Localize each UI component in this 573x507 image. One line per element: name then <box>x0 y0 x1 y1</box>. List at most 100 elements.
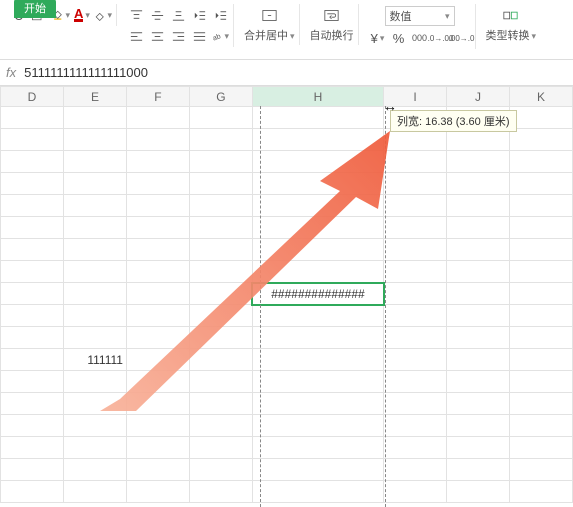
cell[interactable] <box>1 349 64 371</box>
merge-center-icon[interactable] <box>260 6 278 24</box>
cell[interactable] <box>510 261 573 283</box>
font-color-icon[interactable]: A <box>73 6 91 24</box>
decrease-decimal-icon[interactable]: .00→.0 <box>453 29 471 47</box>
cell[interactable] <box>1 437 64 459</box>
justify-icon[interactable] <box>190 27 208 45</box>
cell[interactable] <box>189 393 252 415</box>
cell[interactable] <box>447 481 510 503</box>
cell[interactable] <box>252 239 383 261</box>
cell[interactable] <box>63 459 126 481</box>
cell[interactable] <box>63 151 126 173</box>
eraser-icon[interactable] <box>94 6 112 24</box>
cell[interactable] <box>447 437 510 459</box>
col-header-F[interactable]: F <box>126 87 189 107</box>
cell[interactable] <box>447 327 510 349</box>
cell[interactable] <box>384 195 447 217</box>
cell[interactable] <box>63 371 126 393</box>
cell[interactable] <box>189 437 252 459</box>
cell[interactable] <box>189 305 252 327</box>
cell[interactable] <box>510 239 573 261</box>
wrap-text-label[interactable]: 自动换行 <box>310 27 354 43</box>
cell[interactable] <box>1 195 64 217</box>
fx-icon[interactable]: fx <box>6 65 16 80</box>
cell[interactable] <box>384 261 447 283</box>
cell[interactable] <box>126 217 189 239</box>
cell[interactable] <box>1 327 64 349</box>
cell[interactable] <box>510 371 573 393</box>
cell[interactable] <box>126 371 189 393</box>
cell[interactable] <box>1 151 64 173</box>
cell[interactable] <box>510 283 573 305</box>
cell[interactable] <box>126 393 189 415</box>
cell[interactable] <box>384 415 447 437</box>
cell[interactable] <box>252 437 383 459</box>
cell[interactable] <box>126 349 189 371</box>
col-header-E[interactable]: E <box>63 87 126 107</box>
cell[interactable] <box>447 195 510 217</box>
cell[interactable] <box>252 459 383 481</box>
cell[interactable] <box>63 217 126 239</box>
cell[interactable] <box>447 393 510 415</box>
cell[interactable] <box>252 349 383 371</box>
cell[interactable] <box>252 151 383 173</box>
cell[interactable] <box>1 173 64 195</box>
cell[interactable] <box>63 129 126 151</box>
cell[interactable] <box>510 129 573 151</box>
cell[interactable] <box>126 437 189 459</box>
cell[interactable] <box>384 481 447 503</box>
cell[interactable] <box>447 371 510 393</box>
cell[interactable] <box>189 107 252 129</box>
cell[interactable] <box>384 393 447 415</box>
cell[interactable] <box>252 327 383 349</box>
increase-indent-icon[interactable] <box>211 6 229 24</box>
cell[interactable] <box>126 283 189 305</box>
cell[interactable] <box>252 261 383 283</box>
cell[interactable] <box>384 371 447 393</box>
cell[interactable] <box>447 459 510 481</box>
cell[interactable] <box>63 173 126 195</box>
cell[interactable] <box>510 327 573 349</box>
type-convert-label[interactable]: 类型转换 <box>486 27 537 43</box>
cell[interactable] <box>189 459 252 481</box>
cell[interactable] <box>384 437 447 459</box>
cell[interactable] <box>63 283 126 305</box>
align-bottom-icon[interactable] <box>169 6 187 24</box>
cell[interactable] <box>252 393 383 415</box>
cell[interactable] <box>189 151 252 173</box>
cell[interactable] <box>510 305 573 327</box>
col-header-K[interactable]: K <box>510 87 573 107</box>
cell[interactable] <box>447 239 510 261</box>
cell[interactable] <box>384 239 447 261</box>
cell[interactable] <box>510 459 573 481</box>
cell[interactable] <box>384 217 447 239</box>
cell[interactable] <box>126 459 189 481</box>
cell[interactable] <box>63 481 126 503</box>
align-right-icon[interactable] <box>169 27 187 45</box>
cell[interactable] <box>447 173 510 195</box>
align-top-icon[interactable] <box>127 6 145 24</box>
cell[interactable] <box>126 415 189 437</box>
cell[interactable] <box>447 349 510 371</box>
cell[interactable] <box>510 217 573 239</box>
cell[interactable] <box>384 173 447 195</box>
cell[interactable] <box>63 393 126 415</box>
cell[interactable] <box>189 283 252 305</box>
cell[interactable] <box>1 283 64 305</box>
cell[interactable] <box>510 415 573 437</box>
percent-icon[interactable]: % <box>390 29 408 47</box>
cell[interactable] <box>63 437 126 459</box>
cell[interactable] <box>1 371 64 393</box>
cell[interactable] <box>63 305 126 327</box>
cell-E-111111[interactable]: 111111 <box>63 349 126 371</box>
align-middle-icon[interactable] <box>148 6 166 24</box>
cell[interactable] <box>384 459 447 481</box>
cell[interactable] <box>447 305 510 327</box>
cell[interactable] <box>126 327 189 349</box>
comma-style-icon[interactable]: 000 <box>411 29 429 47</box>
cell[interactable] <box>447 283 510 305</box>
align-center-icon[interactable] <box>148 27 166 45</box>
cell[interactable] <box>1 305 64 327</box>
cell[interactable] <box>189 327 252 349</box>
cell[interactable] <box>252 481 383 503</box>
cell[interactable] <box>252 107 383 129</box>
